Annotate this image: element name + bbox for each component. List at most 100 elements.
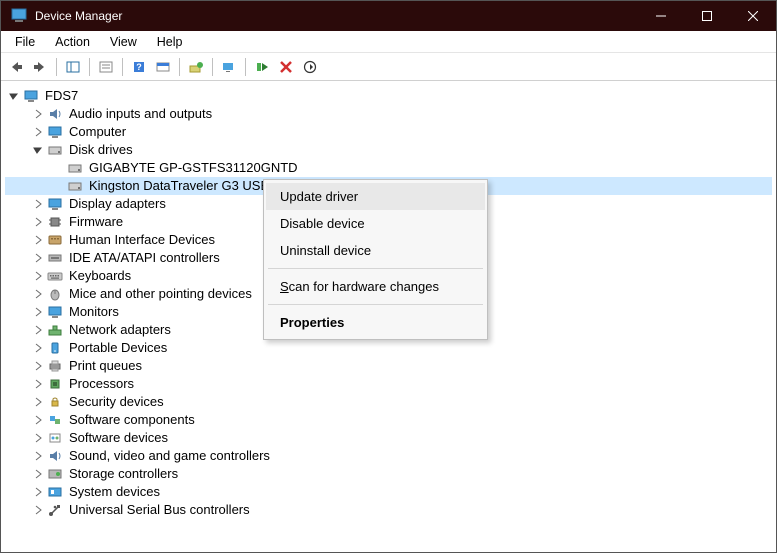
toolbar-separator bbox=[122, 58, 123, 76]
titlebar: Device Manager bbox=[1, 1, 776, 31]
back-button[interactable] bbox=[5, 56, 27, 78]
context-menu-item[interactable]: Disable device bbox=[266, 210, 485, 237]
keyboard-icon bbox=[47, 268, 63, 284]
window-title: Device Manager bbox=[35, 9, 638, 23]
tree-node-diskdrives[interactable]: Disk drives bbox=[5, 141, 772, 159]
expand-icon[interactable] bbox=[31, 449, 45, 463]
speaker-icon bbox=[47, 448, 63, 464]
expand-icon[interactable] bbox=[31, 107, 45, 121]
expand-icon[interactable] bbox=[31, 413, 45, 427]
forward-button[interactable] bbox=[29, 56, 51, 78]
scan-hardware-button[interactable] bbox=[218, 56, 240, 78]
tree-node-processors[interactable]: Processors bbox=[5, 375, 772, 393]
expand-icon[interactable] bbox=[31, 125, 45, 139]
expander-icon[interactable] bbox=[7, 89, 21, 103]
menu-help[interactable]: Help bbox=[147, 32, 193, 52]
expand-icon[interactable] bbox=[31, 269, 45, 283]
expand-icon[interactable] bbox=[31, 305, 45, 319]
expand-icon[interactable] bbox=[31, 197, 45, 211]
storage-icon bbox=[47, 466, 63, 482]
expand-icon[interactable] bbox=[31, 503, 45, 517]
tree-node-swcomp[interactable]: Software components bbox=[5, 411, 772, 429]
tree-node-label: Firmware bbox=[67, 213, 125, 231]
tree-node-label: Print queues bbox=[67, 357, 144, 375]
context-menu-separator bbox=[268, 304, 483, 305]
network-icon bbox=[47, 322, 63, 338]
expand-icon[interactable] bbox=[31, 341, 45, 355]
menu-view[interactable]: View bbox=[100, 32, 147, 52]
toolbar: ? bbox=[1, 53, 776, 81]
expand-icon[interactable] bbox=[31, 323, 45, 337]
tree-root[interactable]: FDS7 bbox=[5, 87, 772, 105]
context-menu-item[interactable]: Update driver bbox=[266, 183, 485, 210]
tree-node-system[interactable]: System devices bbox=[5, 483, 772, 501]
chip-icon bbox=[47, 214, 63, 230]
show-hide-tree-button[interactable] bbox=[62, 56, 84, 78]
swcomp-icon bbox=[47, 412, 63, 428]
context-menu-item[interactable]: Scan for hardware changes bbox=[266, 273, 485, 300]
collapse-icon[interactable] bbox=[31, 143, 45, 157]
expand-icon[interactable] bbox=[31, 395, 45, 409]
tree-node-portable[interactable]: Portable Devices bbox=[5, 339, 772, 357]
expand-icon[interactable] bbox=[31, 377, 45, 391]
enable-button[interactable] bbox=[251, 56, 273, 78]
device-tree-pane: FDS7 Audio inputs and outputsComputerDis… bbox=[1, 81, 776, 552]
context-menu-item[interactable]: Uninstall device bbox=[266, 237, 485, 264]
toolbar-separator bbox=[56, 58, 57, 76]
properties-button[interactable] bbox=[95, 56, 117, 78]
tree-node-audio[interactable]: Audio inputs and outputs bbox=[5, 105, 772, 123]
ide-icon bbox=[47, 250, 63, 266]
monitor-icon bbox=[47, 304, 63, 320]
tree-node-label: Universal Serial Bus controllers bbox=[67, 501, 252, 519]
menu-action[interactable]: Action bbox=[45, 32, 100, 52]
tree-node-sound[interactable]: Sound, video and game controllers bbox=[5, 447, 772, 465]
disable-button[interactable] bbox=[299, 56, 321, 78]
expand-icon[interactable] bbox=[31, 467, 45, 481]
drive-icon bbox=[67, 160, 83, 176]
action-button[interactable] bbox=[152, 56, 174, 78]
tree-node-printq[interactable]: Print queues bbox=[5, 357, 772, 375]
expand-icon[interactable] bbox=[31, 359, 45, 373]
tree-node-swdev[interactable]: Software devices bbox=[5, 429, 772, 447]
context-menu-item[interactable]: Properties bbox=[266, 309, 485, 336]
toolbar-separator bbox=[179, 58, 180, 76]
tree-node-storage[interactable]: Storage controllers bbox=[5, 465, 772, 483]
minimize-button[interactable] bbox=[638, 1, 684, 31]
tree-node-label: Keyboards bbox=[67, 267, 133, 285]
menubar: File Action View Help bbox=[1, 31, 776, 53]
tree-node-label: Monitors bbox=[67, 303, 121, 321]
expand-icon[interactable] bbox=[31, 287, 45, 301]
tree-node-disk1[interactable]: GIGABYTE GP-GSTFS31120GNTD bbox=[5, 159, 772, 177]
context-menu-separator bbox=[268, 268, 483, 269]
mouse-icon bbox=[47, 286, 63, 302]
expand-icon[interactable] bbox=[31, 251, 45, 265]
tree-node-usb[interactable]: Universal Serial Bus controllers bbox=[5, 501, 772, 519]
expand-icon[interactable] bbox=[31, 485, 45, 499]
usb-icon bbox=[47, 502, 63, 518]
tree-node-computer[interactable]: Computer bbox=[5, 123, 772, 141]
expand-icon[interactable] bbox=[31, 431, 45, 445]
monitor-icon bbox=[47, 124, 63, 140]
tree-node-label: Computer bbox=[67, 123, 128, 141]
expand-icon[interactable] bbox=[31, 233, 45, 247]
menu-file[interactable]: File bbox=[5, 32, 45, 52]
security-icon bbox=[47, 394, 63, 410]
update-driver-button[interactable] bbox=[185, 56, 207, 78]
maximize-button[interactable] bbox=[684, 1, 730, 31]
device-manager-window: Device Manager File Action View Help ? bbox=[0, 0, 777, 553]
help-button[interactable]: ? bbox=[128, 56, 150, 78]
uninstall-button[interactable] bbox=[275, 56, 297, 78]
tree-node-label: GIGABYTE GP-GSTFS31120GNTD bbox=[87, 159, 300, 177]
expander-placeholder bbox=[51, 179, 65, 193]
drive-icon bbox=[67, 178, 83, 194]
close-button[interactable] bbox=[730, 1, 776, 31]
toolbar-separator bbox=[245, 58, 246, 76]
system-icon bbox=[47, 484, 63, 500]
tree-node-label: Disk drives bbox=[67, 141, 135, 159]
printer-icon bbox=[47, 358, 63, 374]
expand-icon[interactable] bbox=[31, 215, 45, 229]
tree-node-security[interactable]: Security devices bbox=[5, 393, 772, 411]
drive-icon bbox=[47, 142, 63, 158]
tree-node-label: Security devices bbox=[67, 393, 166, 411]
tree-node-label: Sound, video and game controllers bbox=[67, 447, 272, 465]
